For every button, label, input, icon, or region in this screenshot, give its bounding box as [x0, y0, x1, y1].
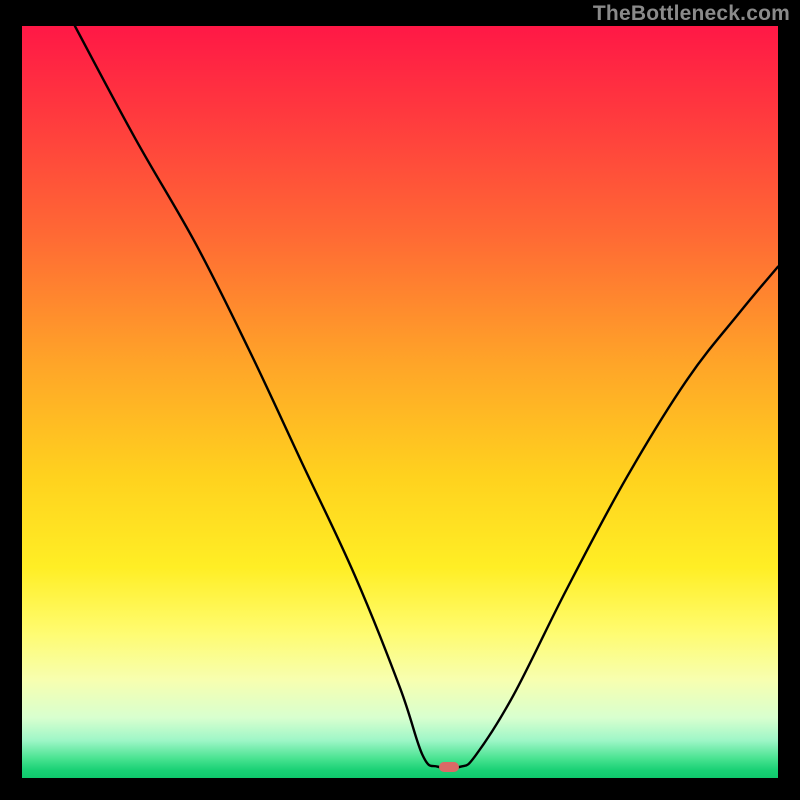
plot-area	[22, 26, 778, 778]
optimal-marker	[439, 762, 459, 772]
chart-container: TheBottleneck.com	[0, 0, 800, 800]
watermark-text: TheBottleneck.com	[593, 2, 790, 26]
bottleneck-curve	[22, 26, 778, 778]
